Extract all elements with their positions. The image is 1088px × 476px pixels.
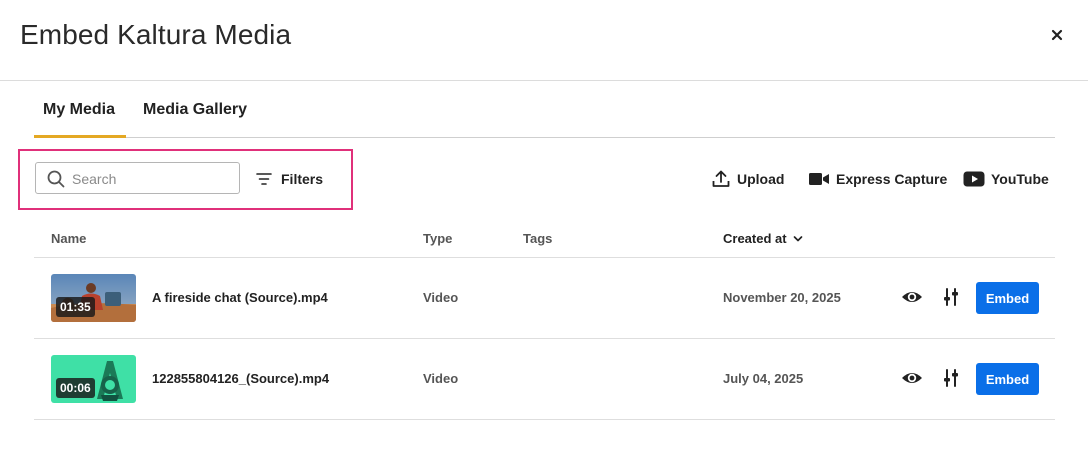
express-capture-label: Express Capture <box>836 171 948 187</box>
media-name[interactable]: A fireside chat (Source).mp4 <box>152 290 328 305</box>
column-header-created-label: Created at <box>723 231 787 246</box>
tab-bar: My Media Media Gallery <box>34 88 1055 138</box>
settings-sliders-icon[interactable] <box>941 287 961 307</box>
video-thumbnail[interactable]: 00:06 <box>51 355 136 403</box>
youtube-button[interactable]: YouTube <box>963 168 1049 190</box>
search-box[interactable] <box>35 162 240 194</box>
column-header-name: Name <box>51 231 87 246</box>
video-thumbnail[interactable]: 01:35 <box>51 274 136 322</box>
close-icon[interactable] <box>1046 24 1068 46</box>
table-row: 00:06 122855804126_(Source).mp4 Video Ju… <box>34 339 1055 420</box>
duration-badge: 00:06 <box>56 378 95 398</box>
media-name[interactable]: 122855804126_(Source).mp4 <box>152 371 329 386</box>
media-created-date: November 20, 2025 <box>723 290 841 305</box>
dialog-title: Embed Kaltura Media <box>20 19 292 50</box>
express-capture-button[interactable]: Express Capture <box>808 168 947 190</box>
embed-button[interactable]: Embed <box>976 363 1039 395</box>
chevron-down-icon <box>793 235 802 241</box>
youtube-label: YouTube <box>991 171 1049 187</box>
column-header-type: Type <box>423 231 453 246</box>
search-icon <box>47 170 65 188</box>
upload-button[interactable]: Upload <box>711 168 784 190</box>
column-header-created[interactable]: Created at <box>723 231 805 246</box>
media-created-date: July 04, 2025 <box>723 371 804 386</box>
upload-label: Upload <box>737 171 785 187</box>
filters-button[interactable]: Filters <box>256 168 323 190</box>
tab-my-media[interactable]: My Media <box>34 88 126 138</box>
duration-badge: 01:35 <box>56 297 95 317</box>
video-camera-icon <box>809 173 829 185</box>
eye-icon[interactable] <box>901 288 923 306</box>
upload-icon <box>712 170 730 187</box>
settings-sliders-icon[interactable] <box>941 368 961 388</box>
media-type: Video <box>423 371 459 386</box>
table-row: 01:35 A fireside chat (Source).mp4 Video… <box>34 258 1055 339</box>
filter-icon <box>256 173 272 185</box>
filters-label: Filters <box>281 171 324 187</box>
dialog-header: Embed Kaltura Media <box>0 0 1088 81</box>
media-type: Video <box>423 290 459 305</box>
column-header-tags: Tags <box>523 231 553 246</box>
embed-button[interactable]: Embed <box>976 282 1039 314</box>
eye-icon[interactable] <box>901 369 923 387</box>
tab-media-gallery[interactable]: Media Gallery <box>143 88 263 138</box>
search-input[interactable] <box>72 168 232 190</box>
youtube-icon <box>963 171 985 187</box>
